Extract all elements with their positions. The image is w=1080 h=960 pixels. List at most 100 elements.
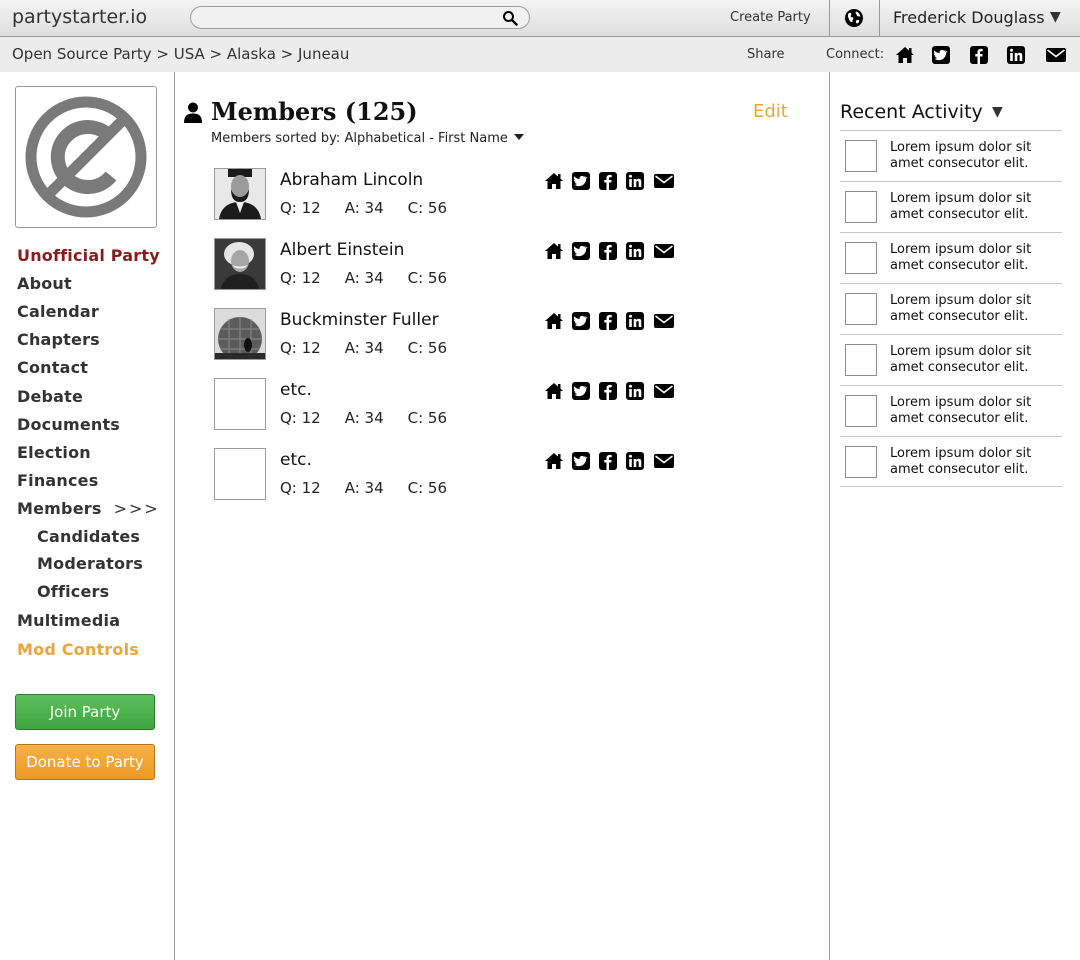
member-name[interactable]: etc.: [280, 450, 312, 470]
user-name[interactable]: Frederick Douglass: [893, 8, 1045, 27]
linkedin-icon[interactable]: [625, 451, 645, 471]
twitter-icon[interactable]: [571, 381, 591, 401]
recent-activity-title[interactable]: Recent Activity: [840, 101, 983, 123]
search-icon[interactable]: [502, 10, 518, 26]
facebook-icon[interactable]: [598, 171, 618, 191]
avatar[interactable]: [214, 378, 266, 430]
home-icon[interactable]: [544, 241, 564, 261]
member-name[interactable]: etc.: [280, 380, 312, 400]
chevron-down-icon[interactable]: ▼: [992, 104, 1003, 120]
linkedin-icon[interactable]: [625, 241, 645, 261]
member-stats: Q: 12 A: 34 C: 56: [280, 479, 471, 497]
activity-text: Lorem ipsum dolor sit amet consecutor el…: [890, 344, 1032, 375]
member-name[interactable]: Buckminster Fuller: [280, 310, 439, 330]
stat-questions: Q: 12: [280, 479, 321, 497]
share-link[interactable]: Share: [747, 47, 785, 62]
activity-item[interactable]: Lorem ipsum dolor sit amet consecutor el…: [840, 232, 1062, 283]
home-icon[interactable]: [544, 171, 564, 191]
activity-item[interactable]: Lorem ipsum dolor sit amet consecutor el…: [840, 283, 1062, 334]
email-icon[interactable]: [653, 451, 675, 471]
sidebar-item-members[interactable]: Members >>>: [17, 499, 160, 518]
stat-answers: A: 34: [344, 409, 384, 427]
activity-thumbnail: [845, 446, 877, 478]
caret-down-icon: [513, 134, 524, 140]
sort-selector[interactable]: Members sorted by: Alphabetical - First …: [211, 131, 524, 146]
email-icon[interactable]: [653, 241, 675, 261]
linkedin-icon[interactable]: [1006, 45, 1026, 65]
linkedin-icon[interactable]: [625, 171, 645, 191]
avatar[interactable]: [214, 168, 266, 220]
stat-comments: C: 56: [407, 479, 448, 497]
sidebar-item-officers[interactable]: Officers: [37, 582, 109, 601]
twitter-icon[interactable]: [571, 451, 591, 471]
right-column-divider: [829, 72, 830, 960]
activity-item[interactable]: Lorem ipsum dolor sit amet consecutor el…: [840, 436, 1062, 487]
no-copyright-logo: [25, 96, 147, 218]
sidebar-item-contact[interactable]: Contact: [17, 358, 88, 377]
party-logo[interactable]: [15, 86, 157, 228]
search-input[interactable]: [203, 8, 503, 29]
member-name[interactable]: Abraham Lincoln: [280, 170, 423, 190]
activity-text: Lorem ipsum dolor sit amet consecutor el…: [890, 446, 1032, 477]
sidebar-item-mod-controls[interactable]: Mod Controls: [17, 640, 139, 659]
activity-item[interactable]: Lorem ipsum dolor sit amet consecutor el…: [840, 181, 1062, 232]
sidebar-item-multimedia[interactable]: Multimedia: [17, 611, 120, 630]
home-icon[interactable]: [544, 381, 564, 401]
home-icon[interactable]: [895, 45, 915, 65]
sidebar-item-finances[interactable]: Finances: [17, 471, 98, 490]
activity-text: Lorem ipsum dolor sit amet consecutor el…: [890, 140, 1032, 171]
facebook-icon[interactable]: [969, 45, 989, 65]
donate-party-button[interactable]: Donate to Party: [15, 744, 155, 780]
edit-link[interactable]: Edit: [753, 101, 788, 122]
email-icon[interactable]: [653, 311, 675, 331]
twitter-icon[interactable]: [571, 311, 591, 331]
avatar[interactable]: [214, 448, 266, 500]
join-party-button[interactable]: Join Party: [15, 694, 155, 730]
facebook-icon[interactable]: [598, 381, 618, 401]
user-menu-chevron-icon[interactable]: ▼: [1050, 9, 1061, 25]
brand-logo[interactable]: partystarter.io: [12, 6, 147, 28]
sidebar-item-chapters[interactable]: Chapters: [17, 330, 100, 349]
email-icon[interactable]: [653, 171, 675, 191]
twitter-icon[interactable]: [931, 45, 951, 65]
sidebar-item-candidates[interactable]: Candidates: [37, 527, 140, 546]
create-party-link[interactable]: Create Party: [730, 10, 811, 25]
member-row: Albert Einstein Q: 12 A: 34 C: 56: [214, 238, 684, 290]
stat-comments: C: 56: [407, 339, 448, 357]
facebook-icon[interactable]: [598, 311, 618, 331]
sidebar-item-election[interactable]: Election: [17, 443, 91, 462]
activity-thumbnail: [845, 395, 877, 427]
search-box[interactable]: [190, 6, 530, 29]
avatar[interactable]: [214, 308, 266, 360]
sidebar-item-moderators[interactable]: Moderators: [37, 554, 143, 573]
twitter-icon[interactable]: [571, 171, 591, 191]
home-icon[interactable]: [544, 451, 564, 471]
home-icon[interactable]: [544, 311, 564, 331]
linkedin-icon[interactable]: [625, 381, 645, 401]
member-row: etc. Q: 12 A: 34 C: 56: [214, 378, 684, 430]
activity-thumbnail: [845, 293, 877, 325]
stat-answers: A: 34: [344, 199, 384, 217]
sidebar-item-unofficial-party[interactable]: Unofficial Party: [17, 246, 160, 265]
email-icon[interactable]: [653, 381, 675, 401]
email-icon[interactable]: [1045, 45, 1067, 65]
twitter-icon[interactable]: [571, 241, 591, 261]
stat-questions: Q: 12: [280, 199, 321, 217]
sidebar-item-documents[interactable]: Documents: [17, 415, 120, 434]
activity-item[interactable]: Lorem ipsum dolor sit amet consecutor el…: [840, 130, 1062, 181]
divider: [829, 0, 830, 37]
facebook-icon[interactable]: [598, 451, 618, 471]
avatar[interactable]: [214, 238, 266, 290]
activity-item[interactable]: Lorem ipsum dolor sit amet consecutor el…: [840, 334, 1062, 385]
activity-thumbnail: [845, 140, 877, 172]
member-name[interactable]: Albert Einstein: [280, 240, 404, 260]
sidebar-item-about[interactable]: About: [17, 274, 72, 293]
linkedin-icon[interactable]: [625, 311, 645, 331]
sidebar-item-calendar[interactable]: Calendar: [17, 302, 99, 321]
globe-icon[interactable]: [844, 8, 864, 28]
activity-item[interactable]: Lorem ipsum dolor sit amet consecutor el…: [840, 385, 1062, 436]
member-row: etc. Q: 12 A: 34 C: 56: [214, 448, 684, 500]
facebook-icon[interactable]: [598, 241, 618, 261]
sidebar-item-debate[interactable]: Debate: [17, 387, 83, 406]
breadcrumb[interactable]: Open Source Party > USA > Alaska > Junea…: [12, 45, 349, 63]
